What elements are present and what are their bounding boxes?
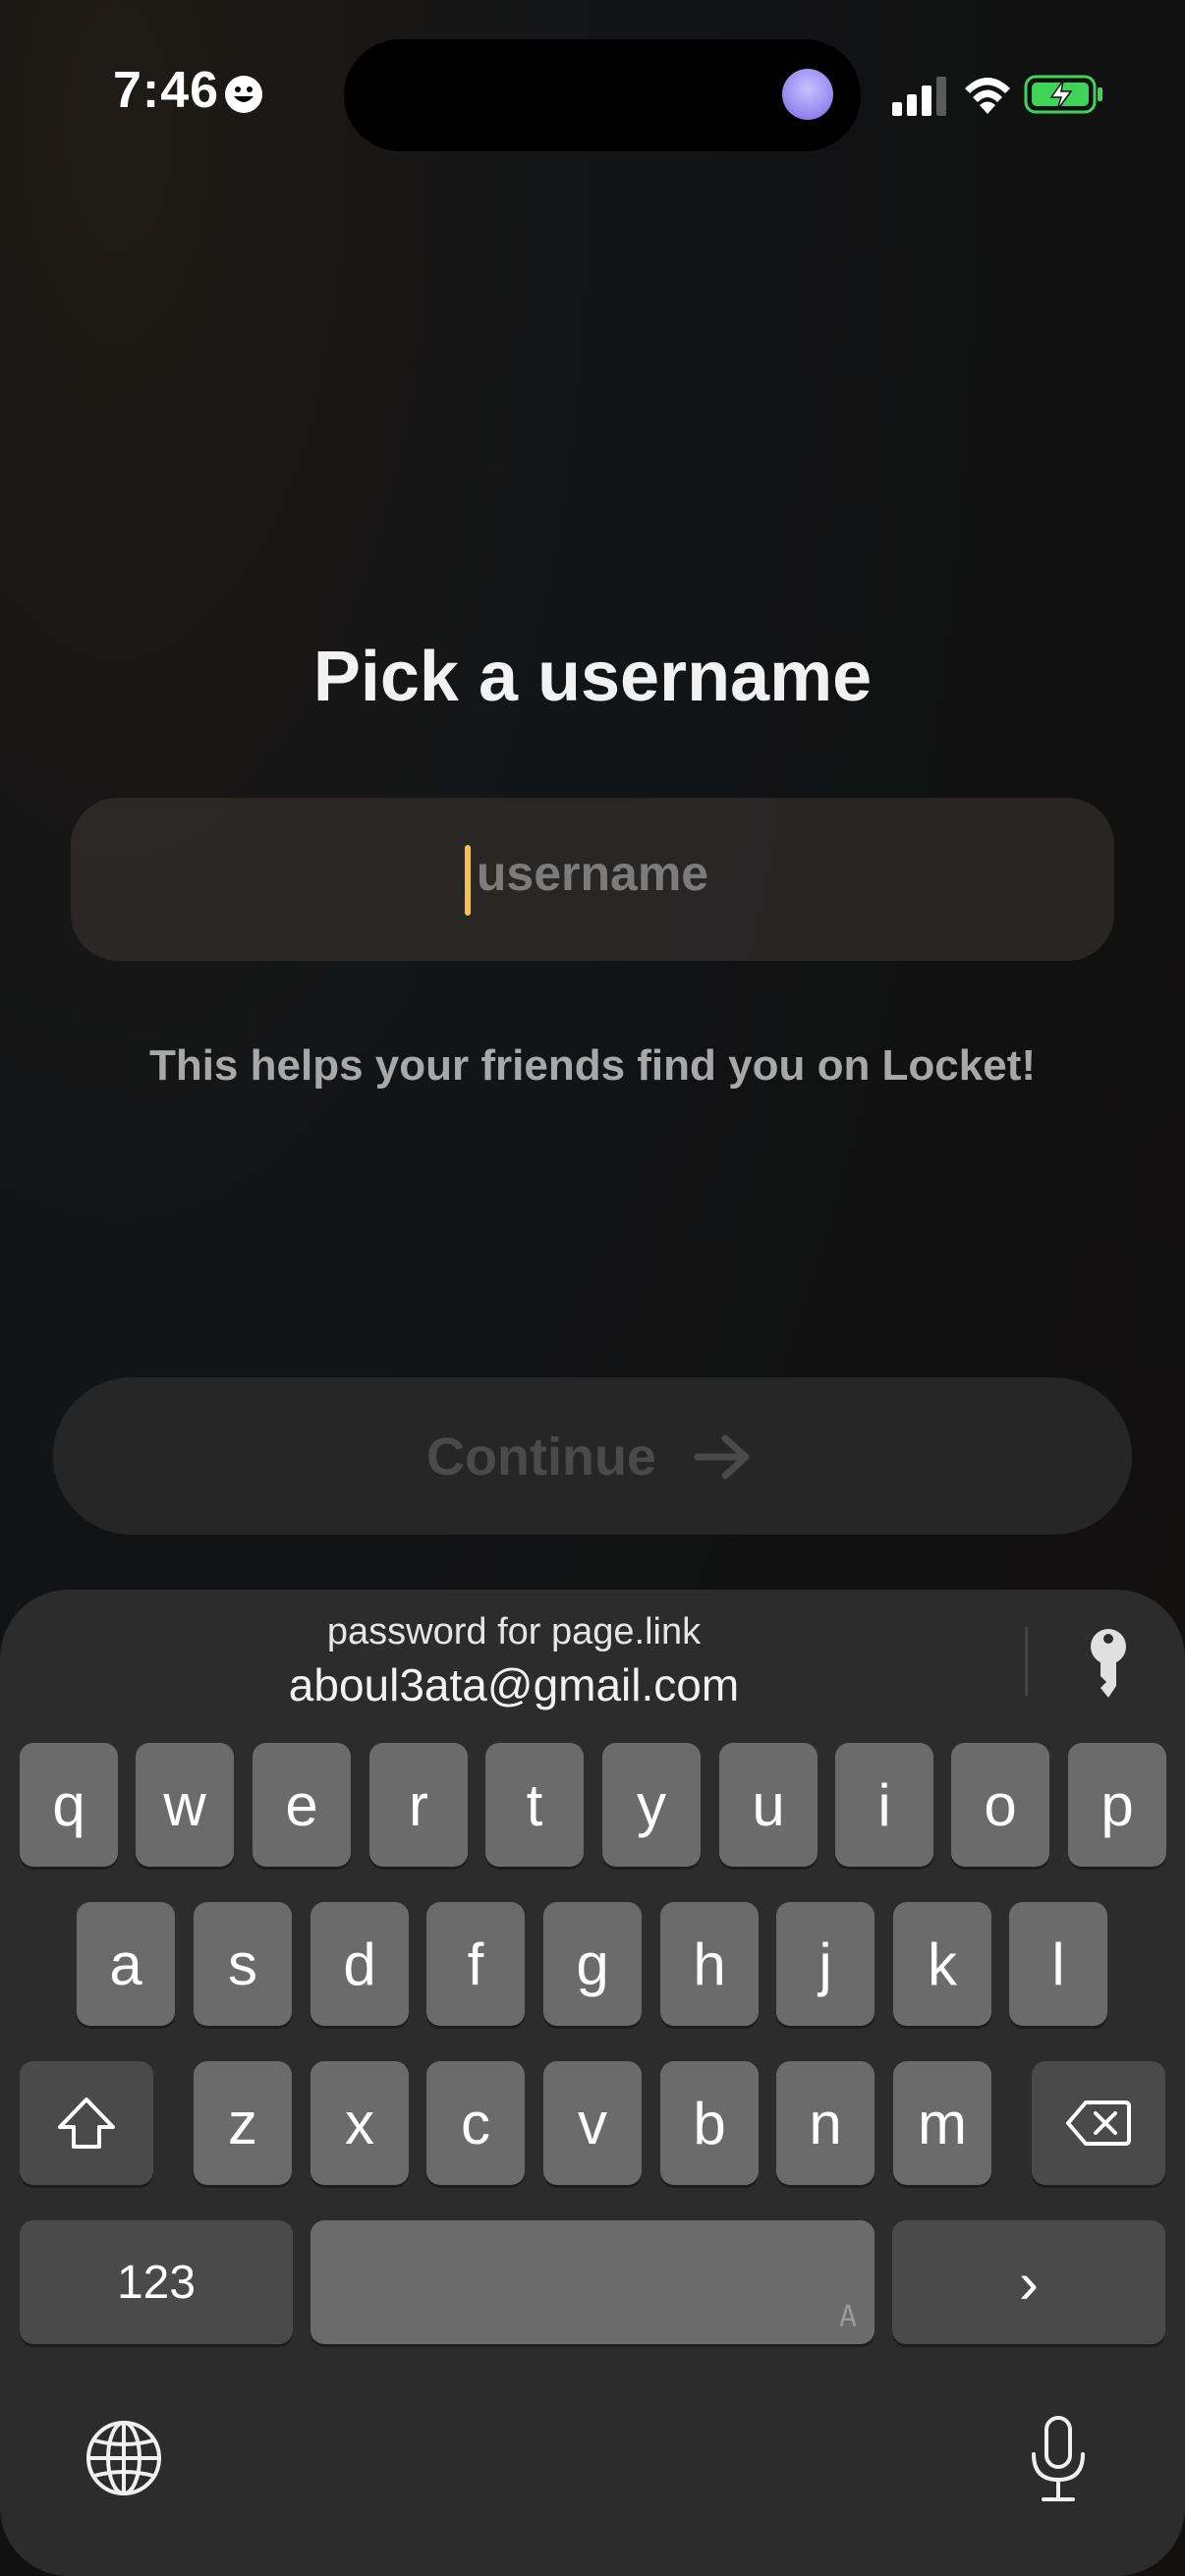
key-p[interactable]: p: [1068, 1743, 1166, 1867]
battery-charging-icon: [1024, 75, 1102, 114]
globe-icon[interactable]: [85, 2419, 163, 2497]
page-title: Pick a username: [312, 638, 873, 716]
key-z[interactable]: z: [194, 2061, 292, 2185]
key-l[interactable]: l: [1009, 1902, 1107, 2026]
key-u[interactable]: u: [719, 1743, 818, 1867]
live-activity-avatar-icon: [782, 69, 833, 120]
key-q[interactable]: q: [20, 1743, 118, 1867]
key-d[interactable]: d: [310, 1902, 409, 2026]
continue-label: Continue: [426, 1428, 656, 1486]
key-x[interactable]: x: [310, 2061, 409, 2185]
key-e[interactable]: e: [253, 1743, 351, 1867]
delete-icon: [1066, 2100, 1131, 2146]
status-time: 7:46: [113, 62, 220, 119]
shift-icon: [58, 2098, 115, 2149]
smiley-icon: [225, 76, 262, 113]
return-key[interactable]: ›: [892, 2220, 1165, 2344]
key-n[interactable]: n: [776, 2061, 875, 2185]
key-a[interactable]: a: [77, 1902, 175, 2026]
key-icon[interactable]: [1081, 1627, 1136, 1702]
space-key[interactable]: A: [310, 2220, 875, 2344]
space-key-corner-label: A: [838, 2300, 857, 2334]
key-w[interactable]: w: [136, 1743, 234, 1867]
key-i[interactable]: i: [835, 1743, 933, 1867]
signal-icon: [892, 77, 946, 116]
key-h[interactable]: h: [660, 1902, 759, 2026]
key-s[interactable]: s: [194, 1902, 292, 2026]
password-suggestion-label[interactable]: password for page.link: [0, 1611, 1028, 1653]
key-m[interactable]: m: [893, 2061, 991, 2185]
numbers-key[interactable]: 123: [20, 2220, 293, 2344]
microphone-icon[interactable]: [1028, 2415, 1089, 2503]
password-suggestion-account[interactable]: aboul3ata@gmail.com: [0, 1658, 1028, 1711]
username-placeholder: username: [476, 846, 709, 901]
key-b[interactable]: b: [660, 2061, 759, 2185]
key-c[interactable]: c: [426, 2061, 525, 2185]
key-g[interactable]: g: [543, 1902, 642, 2026]
key-f[interactable]: f: [426, 1902, 525, 2026]
key-j[interactable]: j: [776, 1902, 875, 2026]
key-y[interactable]: y: [602, 1743, 701, 1867]
arrow-right-icon: [694, 1434, 750, 1480]
key-t[interactable]: t: [485, 1743, 584, 1867]
key-o[interactable]: o: [951, 1743, 1049, 1867]
key-r[interactable]: r: [369, 1743, 468, 1867]
suggestion-divider: [1025, 1627, 1028, 1696]
delete-key[interactable]: [1032, 2061, 1165, 2185]
key-v[interactable]: v: [543, 2061, 642, 2185]
shift-key[interactable]: [20, 2061, 153, 2185]
wifi-icon: [965, 78, 1010, 114]
text-caret: [465, 845, 471, 916]
helper-text: This helps your friends find you on Lock…: [148, 1041, 1037, 1090]
key-k[interactable]: k: [893, 1902, 991, 2026]
